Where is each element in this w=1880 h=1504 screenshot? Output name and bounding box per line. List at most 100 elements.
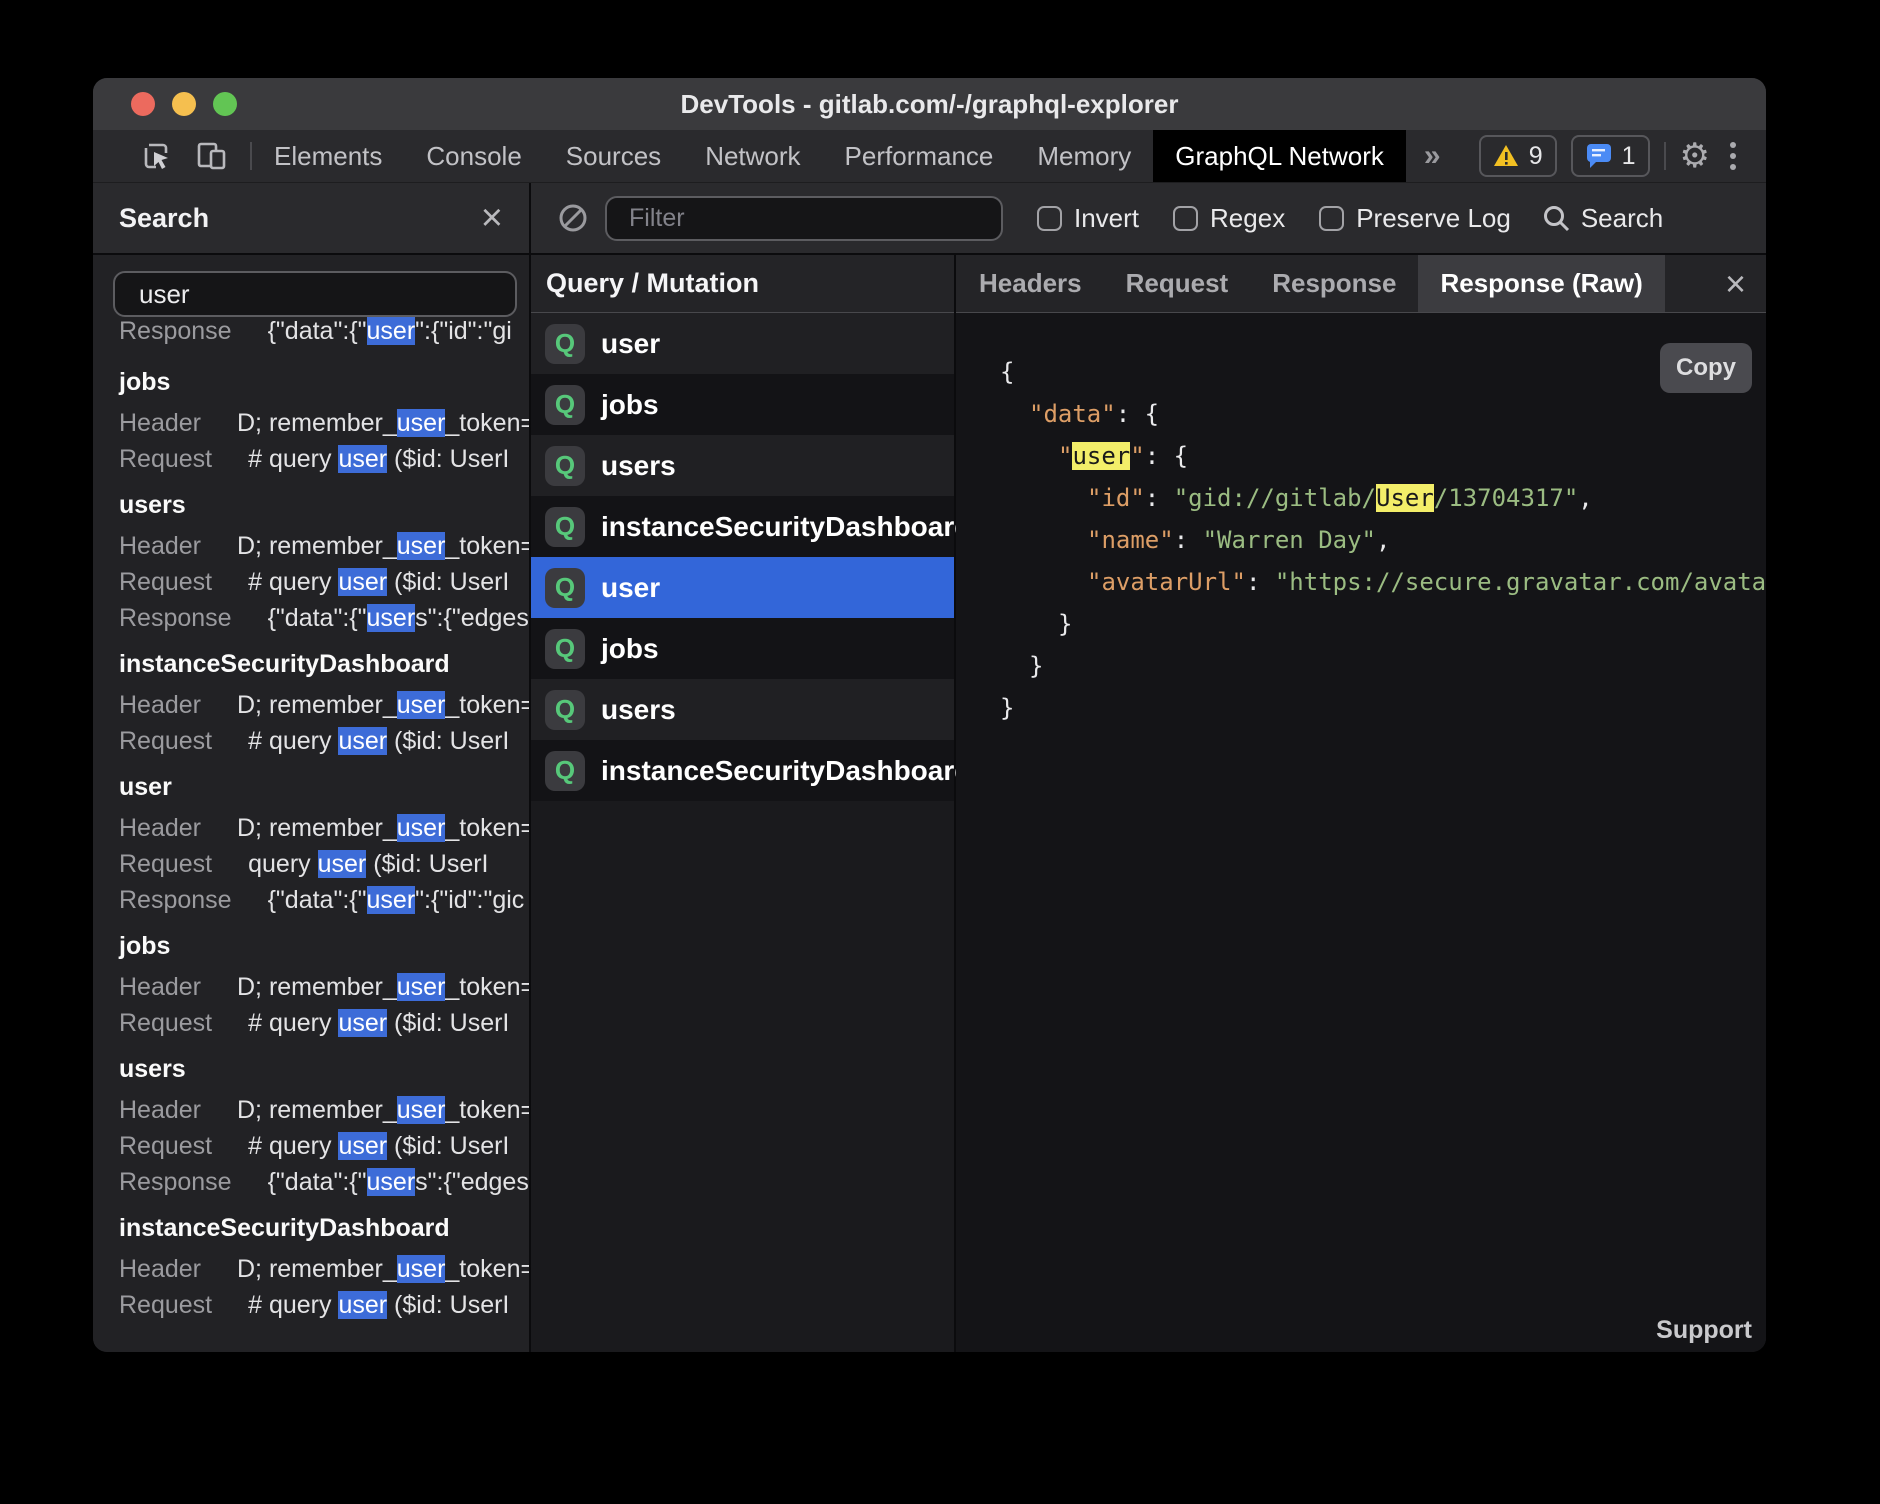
search-results: Response{"data":{"user":{"id":"gi jobs Hea… <box>93 317 529 1352</box>
json-line: "user": { <box>1000 435 1766 477</box>
close-window-button[interactable] <box>131 92 155 116</box>
search-result-line[interactable]: HeaderD; remember_user_token=e <box>119 528 529 564</box>
filter-input[interactable] <box>605 196 1003 241</box>
details-tab-headers[interactable]: Headers <box>957 255 1104 312</box>
tab-memory[interactable]: Memory <box>1015 130 1153 182</box>
query-row-user[interactable]: Quser <box>531 313 954 374</box>
search-button-label: Search <box>1581 203 1663 234</box>
search-result-line[interactable]: HeaderD; remember_user_token=e <box>119 969 529 1005</box>
details-close-icon[interactable]: × <box>1725 266 1746 302</box>
result-line-label: Response <box>119 1168 232 1196</box>
result-group-title[interactable]: users <box>119 487 529 523</box>
query-row-jobs[interactable]: Qjobs <box>531 618 954 679</box>
query-row-jobs[interactable]: Qjobs <box>531 374 954 435</box>
search-result-line[interactable]: Requestquery user ($id: UserI <box>119 846 529 882</box>
tab-performance[interactable]: Performance <box>823 130 1016 182</box>
settings-gear-icon[interactable]: ⚙ <box>1680 139 1710 173</box>
search-result-line[interactable]: Request# query user ($id: UserI <box>119 564 529 600</box>
query-row-users[interactable]: Qusers <box>531 435 954 496</box>
result-group-title[interactable]: user <box>119 769 529 805</box>
clear-log-icon[interactable] <box>557 202 589 234</box>
query-row-label: jobs <box>601 633 659 665</box>
kebab-menu-icon[interactable] <box>1724 142 1742 170</box>
checkbox-label-invert: Invert <box>1074 203 1139 234</box>
query-row-instancesecuritydashboard[interactable]: QinstanceSecurityDashboard <box>531 740 954 801</box>
search-panel-title: Search <box>119 203 209 234</box>
search-close-icon[interactable]: × <box>481 199 503 237</box>
traffic-lights <box>131 92 237 116</box>
result-line-label: Request <box>119 445 212 473</box>
inspect-element-icon[interactable] <box>140 140 172 172</box>
result-group-title[interactable]: jobs <box>119 364 529 400</box>
query-row-label: jobs <box>601 389 659 421</box>
query-type-icon: Q <box>545 507 585 547</box>
query-type-icon: Q <box>545 690 585 730</box>
checkbox-box-invert[interactable] <box>1037 206 1062 231</box>
controls-separator <box>1664 142 1666 170</box>
messages-badge[interactable]: 1 <box>1571 135 1650 177</box>
search-result-line[interactable]: HeaderD; remember_user_token=e <box>119 405 529 441</box>
search-result-line[interactable]: HeaderD; remember_user_token=e <box>119 1251 529 1287</box>
details-tab-response-raw[interactable]: Response (Raw) <box>1418 255 1664 312</box>
support-link[interactable]: Support <box>1656 1316 1752 1345</box>
result-line-label: Request <box>119 1291 212 1319</box>
search-result-line[interactable]: Request# query user ($id: UserI <box>119 723 529 759</box>
search-result-line[interactable]: Request# query user ($id: UserI <box>119 441 529 477</box>
search-result-line[interactable]: Response{"data":{"users":{"edges <box>119 1164 529 1200</box>
query-row-instancesecuritydashboard[interactable]: QinstanceSecurityDashboard <box>531 496 954 557</box>
result-line-label: Request <box>119 727 212 755</box>
query-type-icon: Q <box>545 629 585 669</box>
minimize-window-button[interactable] <box>172 92 196 116</box>
search-result-line[interactable]: Request# query user ($id: UserI <box>119 1287 529 1323</box>
more-tabs-chevron-icon[interactable]: » <box>1406 130 1455 182</box>
details-tab-response[interactable]: Response <box>1250 255 1418 312</box>
toolbar-row: Search × Invert Regex Preserve Log Search <box>93 183 1766 255</box>
warning-icon <box>1493 144 1519 168</box>
query-row-user[interactable]: Quser <box>531 557 954 618</box>
filter-checkboxes: Invert Regex Preserve Log <box>1003 203 1511 234</box>
search-result-line[interactable]: HeaderD; remember_user_token=e <box>119 1092 529 1128</box>
tab-elements[interactable]: Elements <box>252 130 404 182</box>
maximize-window-button[interactable] <box>213 92 237 116</box>
search-result-group: jobsHeaderD; remember_user_token=eReques… <box>119 364 529 477</box>
search-result-line[interactable]: Request# query user ($id: UserI <box>119 1005 529 1041</box>
search-result-line[interactable]: Request# query user ($id: UserI <box>119 1128 529 1164</box>
tab-sources[interactable]: Sources <box>544 130 683 182</box>
search-result-group: users HeaderD; remember_user_token=eReque… <box>119 1051 529 1200</box>
warning-count: 9 <box>1529 142 1543 171</box>
checkbox-box-regex[interactable] <box>1173 206 1198 231</box>
tab-console[interactable]: Console <box>404 130 543 182</box>
search-result-line[interactable]: Response{"data":{"user":{"id":"gic <box>119 882 529 918</box>
checkbox-preserve-log[interactable]: Preserve Log <box>1319 203 1511 234</box>
result-group-title[interactable]: instanceSecurityDashboard <box>119 1210 529 1246</box>
checkbox-box-preserve-log[interactable] <box>1319 206 1344 231</box>
device-toolbar-icon[interactable] <box>196 140 228 172</box>
tab-graphql-network[interactable]: GraphQL Network <box>1153 130 1406 182</box>
response-raw-view: Copy {"data": {"user": {"id": "gid://git… <box>956 313 1766 1352</box>
details-tabs: HeadersRequestResponseResponse (Raw) <box>957 255 1665 312</box>
search-result-group: users HeaderD; remember_user_token=eReque… <box>119 487 529 636</box>
search-panel: Response{"data":{"user":{"id":"gi jobs Hea… <box>93 255 531 1352</box>
checkbox-invert[interactable]: Invert <box>1037 203 1139 234</box>
tab-network[interactable]: Network <box>683 130 822 182</box>
search-button[interactable]: Search <box>1541 203 1663 234</box>
result-line-label: Response <box>119 317 232 345</box>
query-row-label: users <box>601 694 676 726</box>
warnings-badge[interactable]: 9 <box>1479 135 1557 177</box>
search-result-line[interactable]: Response{"data":{"user":{"id":"gi <box>119 317 529 349</box>
result-group-title[interactable]: jobs <box>119 928 529 964</box>
result-group-title[interactable]: users <box>119 1051 529 1087</box>
search-result-line[interactable]: HeaderD; remember_user_token=e <box>119 810 529 846</box>
result-line-label: Response <box>119 886 232 914</box>
search-result-line[interactable]: HeaderD; remember_user_token=e <box>119 687 529 723</box>
result-group-title[interactable]: instanceSecurityDashboard <box>119 646 529 682</box>
query-row-label: instanceSecurityDashboard <box>601 755 971 787</box>
search-result-line[interactable]: Response{"data":{"users":{"edges <box>119 600 529 636</box>
search-input[interactable] <box>113 271 517 317</box>
search-result-group: instanceSecurityDashboard HeaderD; rememb… <box>119 1210 529 1323</box>
checkbox-regex[interactable]: Regex <box>1173 203 1285 234</box>
search-icon <box>1541 203 1571 233</box>
details-tab-request[interactable]: Request <box>1104 255 1251 312</box>
query-row-users[interactable]: Qusers <box>531 679 954 740</box>
message-count: 1 <box>1622 142 1636 171</box>
